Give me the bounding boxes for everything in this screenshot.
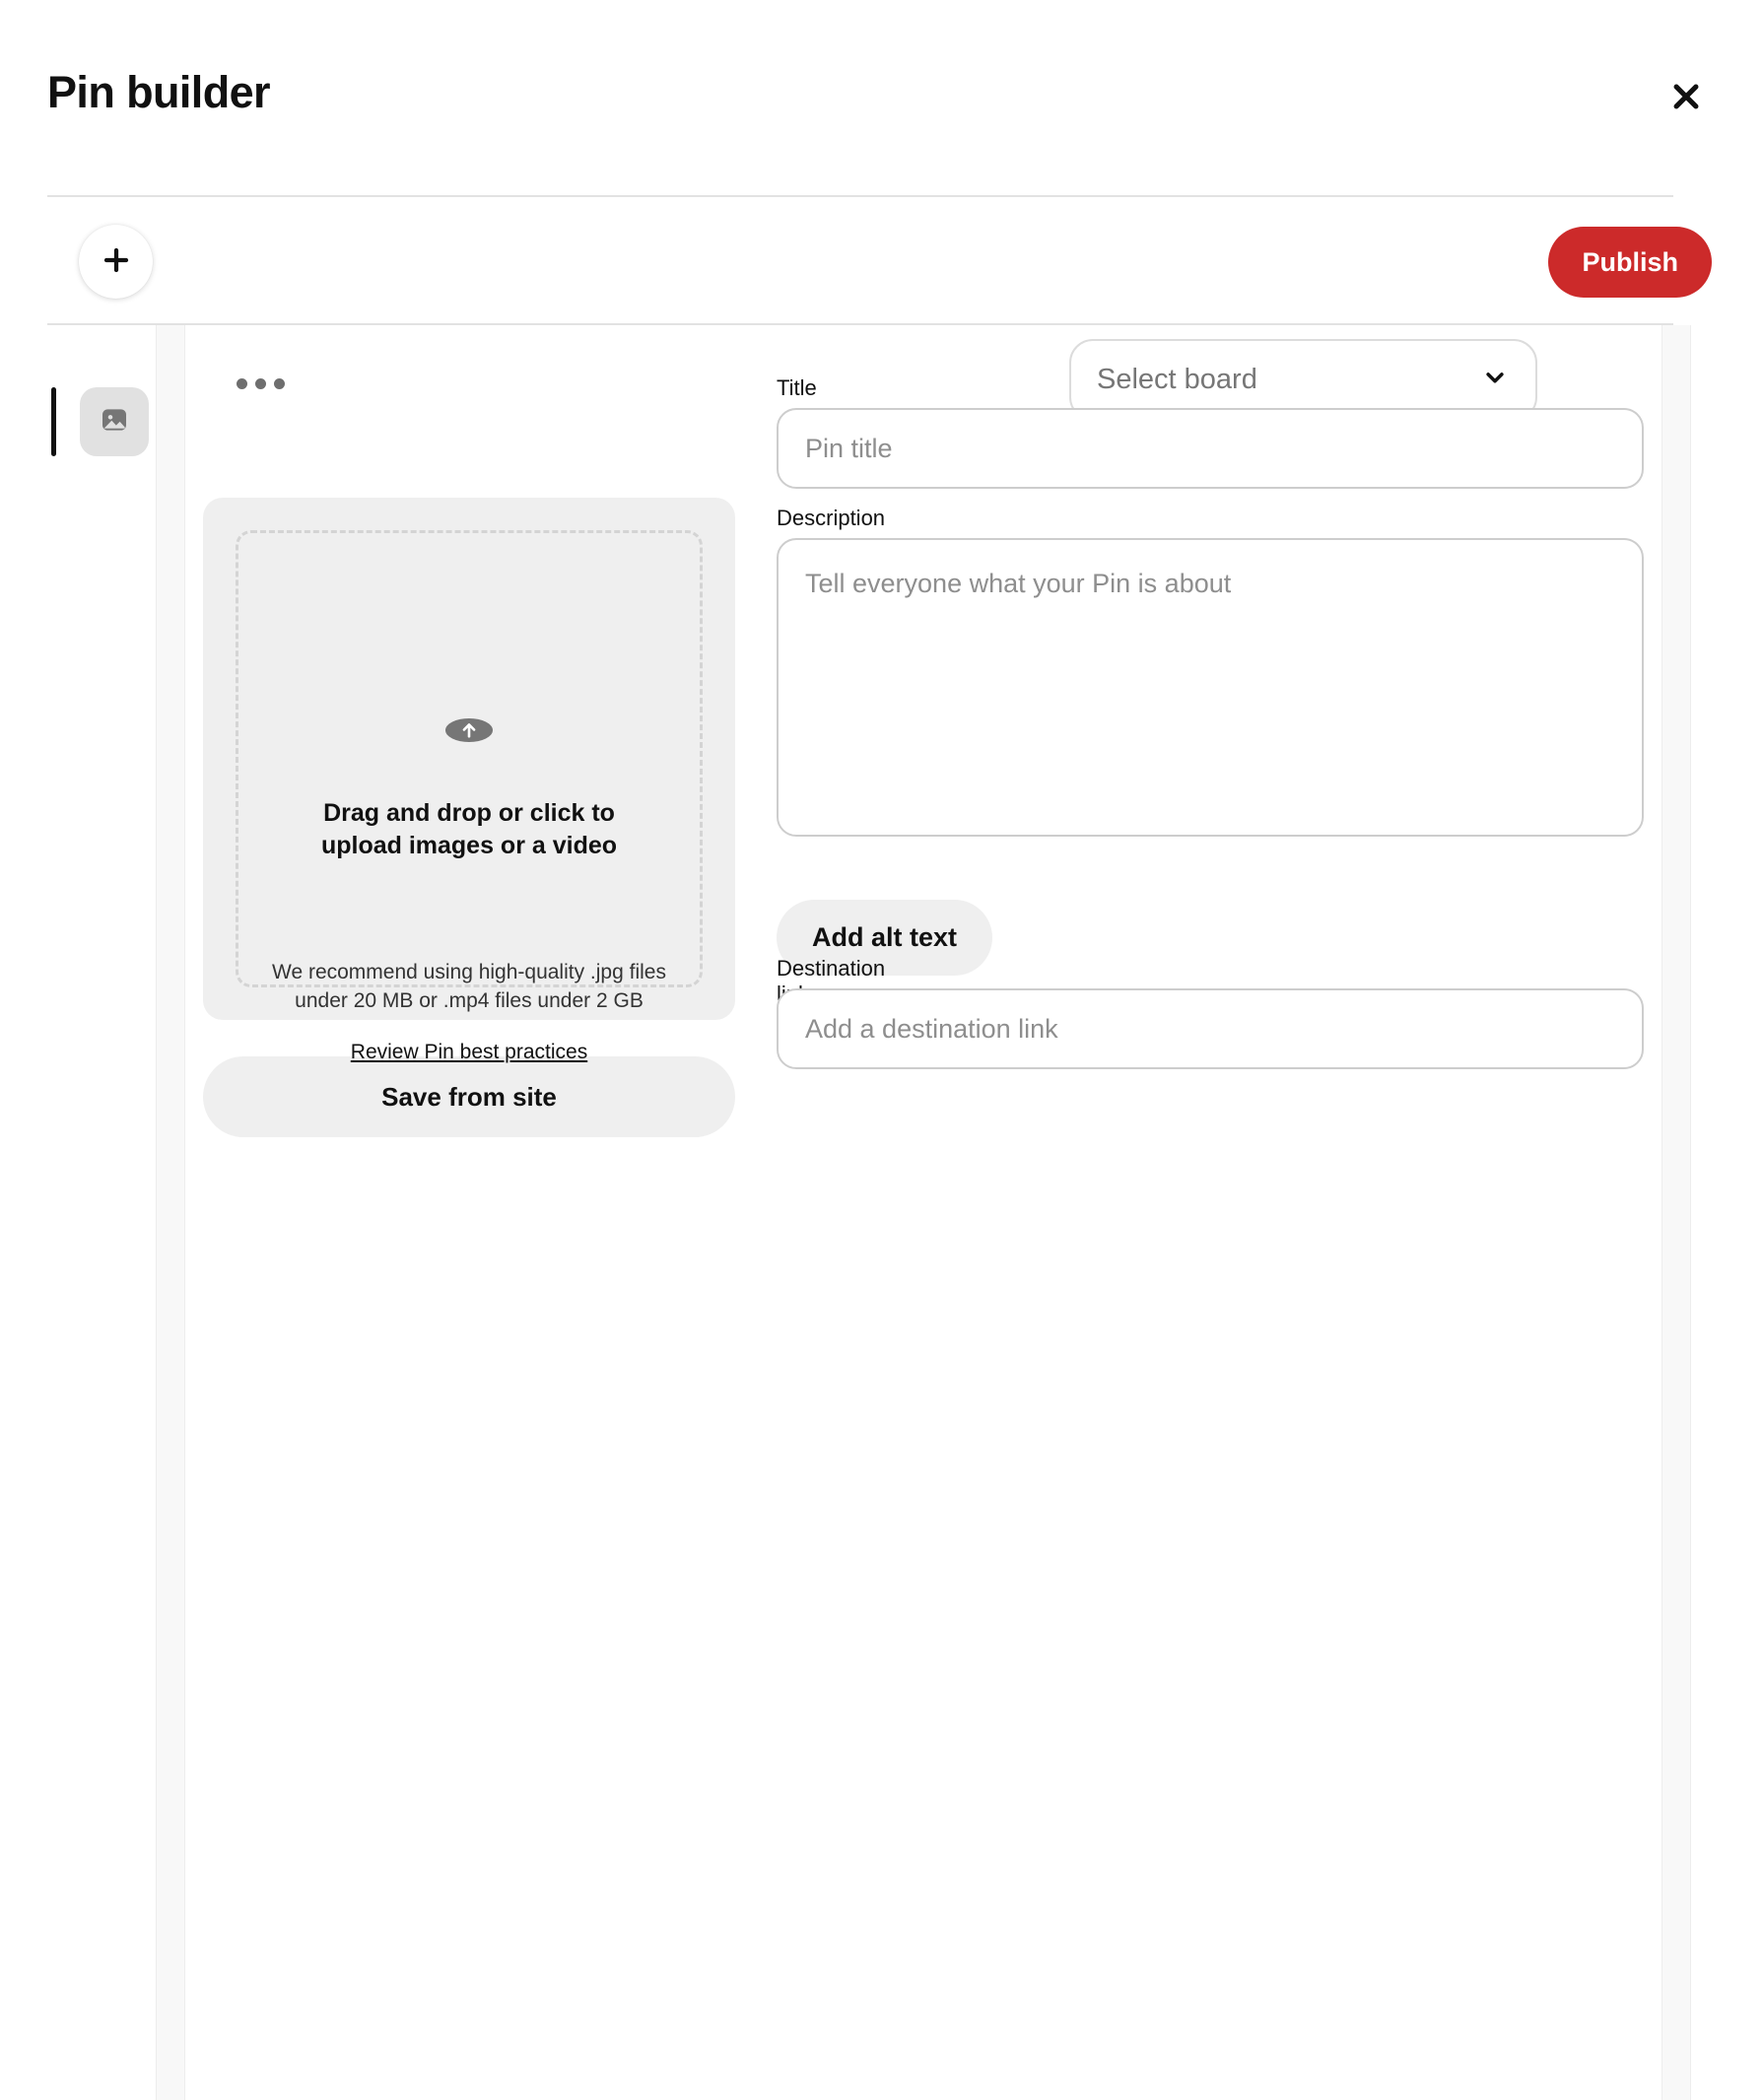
page-header: Pin builder (0, 0, 1763, 197)
description-label: Description (777, 506, 886, 530)
title-field-group: Title (777, 375, 1644, 489)
rail-item-image[interactable] (80, 387, 149, 456)
image-icon (99, 404, 130, 440)
upload-dropzone[interactable]: Drag and drop or click to upload images … (203, 498, 735, 1063)
description-input[interactable] (777, 538, 1644, 837)
dropzone-recommendation: We recommend using high-quality .jpg fil… (272, 960, 666, 1012)
rail-selected-indicator (51, 387, 56, 456)
ellipsis-icon (274, 377, 285, 389)
dropzone-headline: Drag and drop or click to upload images … (320, 799, 618, 860)
board-select-label: Select board (1097, 364, 1257, 395)
title-label: Title (777, 375, 817, 400)
media-column: Drag and drop or click to upload images … (203, 498, 735, 1137)
add-button[interactable] (79, 225, 153, 299)
best-practices-link[interactable]: Review Pin best practices (351, 1041, 587, 1064)
title-input[interactable] (777, 408, 1644, 489)
page-title: Pin builder (47, 67, 271, 117)
publish-button-label: Publish (1582, 246, 1678, 277)
workspace: Drag and drop or click to upload images … (0, 325, 1763, 2100)
media-rail (51, 387, 160, 2100)
add-alt-text-label: Add alt text (812, 922, 958, 952)
plus-icon (101, 244, 132, 279)
left-divider (156, 325, 185, 2100)
right-divider (1661, 325, 1691, 2100)
close-button[interactable] (1661, 71, 1712, 122)
close-icon (1669, 80, 1703, 113)
pin-builder-page: Pin builder Publish Drag and drop or cli… (0, 0, 1763, 2100)
toolbar: Publish (0, 197, 1763, 325)
ellipsis-icon (255, 377, 266, 389)
upload-dropzone-inner: Drag and drop or click to upload images … (236, 530, 703, 1063)
save-from-site-button[interactable]: Save from site (203, 1056, 735, 1137)
description-field-group: Description (777, 506, 1644, 837)
pin-editor-panel: Drag and drop or click to upload images … (185, 325, 1661, 2100)
ellipsis-menu-button[interactable] (237, 367, 288, 400)
destination-link-input[interactable] (777, 988, 1644, 1069)
chevron-down-icon (1480, 363, 1510, 397)
ellipsis-icon (237, 377, 247, 389)
publish-button[interactable]: Publish (1548, 227, 1712, 298)
upload-arrow-icon (445, 718, 493, 742)
save-from-site-label: Save from site (381, 1081, 557, 1112)
